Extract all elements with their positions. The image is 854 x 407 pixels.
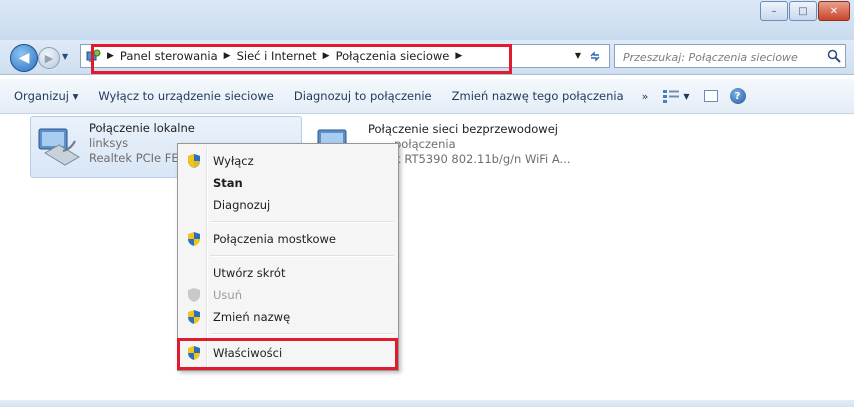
menu-item-disable[interactable]: Wyłącz xyxy=(180,150,396,172)
menu-separator xyxy=(210,221,394,223)
menu-item-rename[interactable]: Zmień nazwę xyxy=(180,306,396,328)
address-dropdown-icon[interactable]: ▼ xyxy=(575,51,581,60)
menu-item-label: Wyłącz xyxy=(213,154,254,168)
caption-buttons: – □ ✕ xyxy=(760,1,850,21)
address-highlight-box xyxy=(91,44,512,74)
context-menu: Wyłącz Stan Diagnozuj Połączenia mostkow… xyxy=(177,143,399,371)
organize-menu-button[interactable]: Organizuj ▾ xyxy=(4,84,88,108)
view-options-icon xyxy=(663,90,680,103)
connection-name: Połączenie sieci bezprzewodowej xyxy=(368,122,558,136)
search-input[interactable] xyxy=(621,46,825,68)
uac-shield-icon xyxy=(188,310,200,324)
maximize-button[interactable]: □ xyxy=(789,1,817,21)
menu-item-label: Diagnozuj xyxy=(213,198,271,212)
change-view-button[interactable]: ▼ xyxy=(656,85,695,107)
refresh-icon xyxy=(590,51,600,62)
menu-separator xyxy=(210,255,394,257)
minimize-button[interactable]: – xyxy=(760,1,788,21)
explorer-window: – □ ✕ ◀ ▶ ▼ ▶ Panel sterowania ▶ Sieć i xyxy=(0,0,854,407)
view-dropdown-icon: ▼ xyxy=(683,91,690,101)
uac-shield-icon xyxy=(188,154,200,168)
close-button[interactable]: ✕ xyxy=(818,1,850,21)
menu-item-label: Stan xyxy=(213,176,243,190)
search-icon[interactable] xyxy=(827,49,841,63)
menu-item-label: Połączenia mostkowe xyxy=(213,232,337,246)
rename-connection-button[interactable]: Zmień nazwę tego połączenia xyxy=(442,84,634,108)
help-button[interactable]: ? xyxy=(729,88,746,104)
properties-highlight-box xyxy=(177,338,398,370)
details-pane-edge xyxy=(0,400,854,407)
menu-item-label: Usuń xyxy=(213,288,242,302)
menu-item-label: Utwórz skrót xyxy=(213,266,286,280)
diagnose-connection-button[interactable]: Diagnozuj to połączenie xyxy=(284,84,442,108)
forward-button[interactable]: ▶ xyxy=(38,47,60,69)
menu-item-delete: Usuń xyxy=(180,284,396,306)
connections-list: Połączenie lokalne linksys Realtek PCIe … xyxy=(0,114,854,407)
menu-item-label: Zmień nazwę xyxy=(213,310,291,324)
disable-device-button[interactable]: Wyłącz to urządzenie sieciowe xyxy=(88,84,284,108)
uac-shield-icon xyxy=(188,232,200,246)
title-bar: – □ ✕ xyxy=(0,0,854,40)
menu-separator xyxy=(210,333,394,335)
menu-item-bridge-connections[interactable]: Połączenia mostkowe xyxy=(180,228,396,250)
menu-item-create-shortcut[interactable]: Utwórz skrót xyxy=(180,262,396,284)
search-box xyxy=(614,44,846,68)
ethernet-adapter-icon xyxy=(38,128,80,166)
connection-name: Połączenie lokalne xyxy=(89,121,195,135)
more-commands-button[interactable]: » xyxy=(634,90,657,103)
back-button[interactable]: ◀ xyxy=(10,44,38,72)
menu-item-status[interactable]: Stan xyxy=(180,172,396,194)
preview-pane-button[interactable] xyxy=(703,90,718,102)
history-dropdown-icon[interactable]: ▼ xyxy=(62,52,68,61)
command-bar: Organizuj ▾ Wyłącz to urządzenie sieciow… xyxy=(0,79,854,114)
uac-shield-icon xyxy=(188,288,200,302)
refresh-button[interactable] xyxy=(585,47,605,65)
menu-item-diagnose[interactable]: Diagnozuj xyxy=(180,194,396,216)
